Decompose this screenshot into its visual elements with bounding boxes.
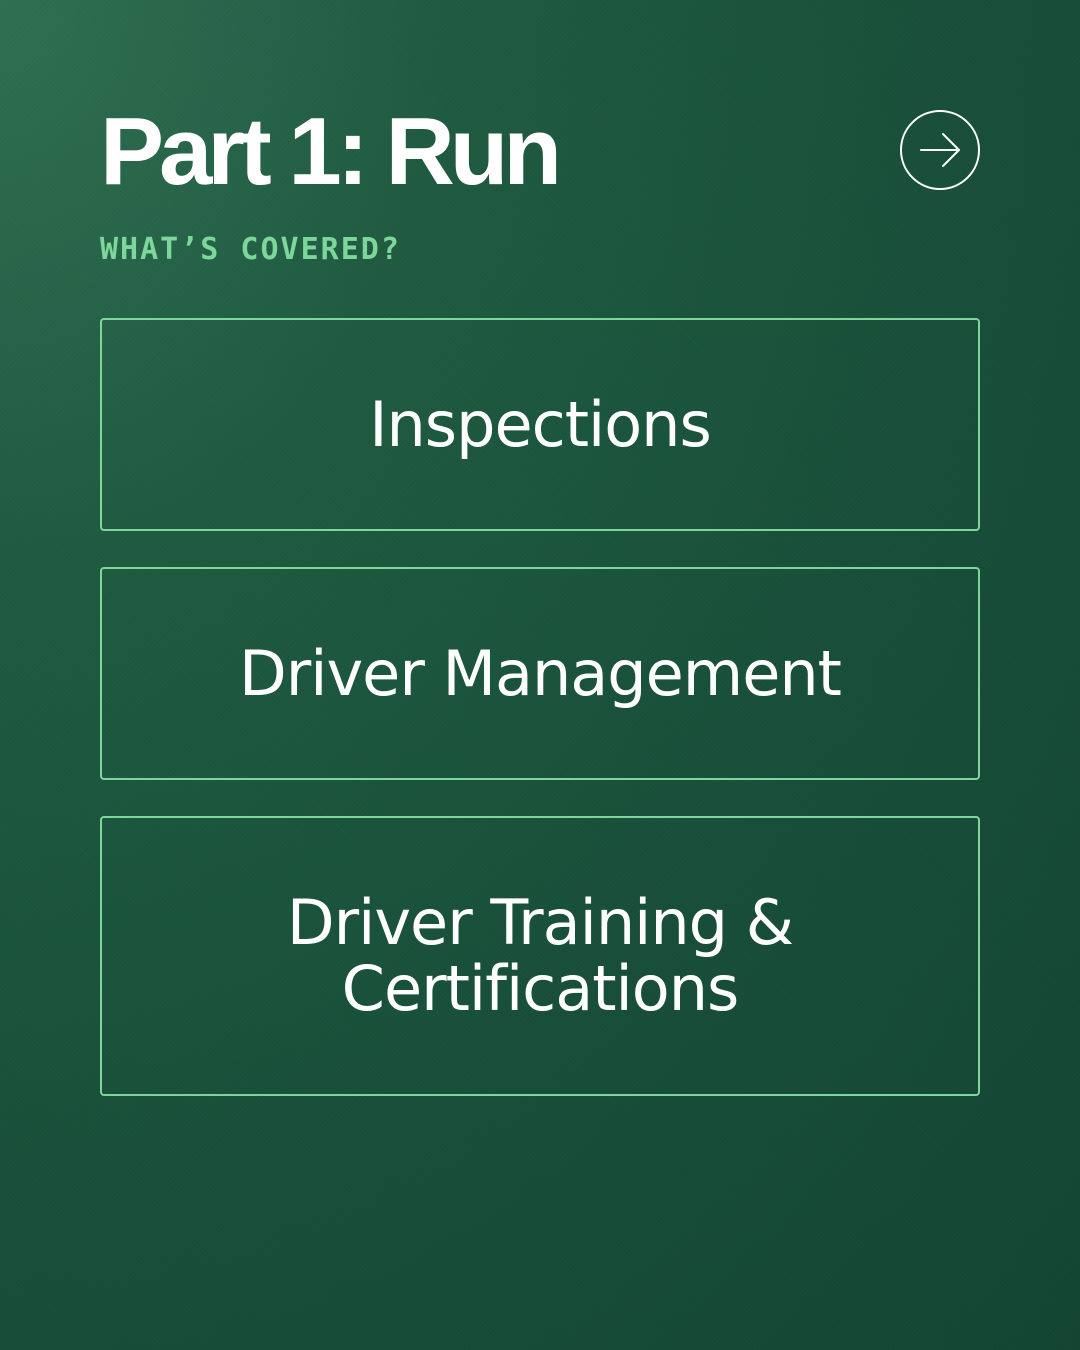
topic-label: Inspections: [369, 387, 712, 461]
topic-label-line-2: Certifications: [341, 952, 740, 1025]
section-subtitle: WHAT’S COVERED?: [100, 232, 401, 267]
topic-label-group: Driver Training & Certifications: [286, 886, 794, 1025]
topic-label: Driver Management: [239, 636, 842, 710]
page-title: Part 1: Run: [100, 98, 562, 205]
arrow-right-icon: [920, 133, 960, 167]
topic-list: Inspections Driver Management Driver Tra…: [100, 318, 980, 1132]
next-button[interactable]: [900, 110, 980, 190]
topic-label-line-1: Driver Training &: [286, 886, 794, 959]
topic-card-driver-training[interactable]: Driver Training & Certifications: [100, 816, 980, 1096]
topic-card-driver-management[interactable]: Driver Management: [100, 567, 980, 780]
topic-card-inspections[interactable]: Inspections: [100, 318, 980, 531]
